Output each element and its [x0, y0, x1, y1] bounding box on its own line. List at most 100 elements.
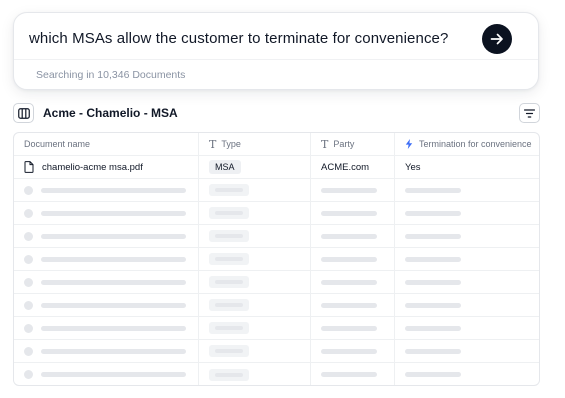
loading-cell — [199, 179, 311, 201]
column-header-label: Document name — [24, 139, 91, 149]
loading-badge — [209, 230, 249, 242]
loading-dot — [24, 300, 33, 310]
loading-cell — [395, 317, 539, 339]
termination-cell: Yes — [395, 156, 539, 178]
page-title: Acme - Chamelio - MSA — [43, 106, 178, 120]
loading-cell — [395, 248, 539, 270]
loading-cell — [395, 179, 539, 201]
loading-cell — [14, 340, 199, 362]
loading-cell — [199, 340, 311, 362]
document-name-cell[interactable]: chamelio-acme msa.pdf — [14, 156, 199, 178]
loading-cell — [395, 271, 539, 293]
loading-cell — [14, 363, 199, 385]
loading-bar — [405, 372, 461, 377]
loading-badge — [209, 345, 249, 357]
loading-dot — [24, 208, 33, 218]
loading-row — [14, 179, 539, 202]
loading-cell — [199, 363, 311, 385]
search-panel: which MSAs allow the customer to termina… — [13, 12, 539, 90]
loading-bar — [405, 256, 461, 262]
table-row[interactable]: chamelio-acme msa.pdf MSA ACME.com Yes — [14, 156, 539, 179]
loading-dot — [24, 185, 33, 195]
loading-cell — [311, 271, 395, 293]
loading-bar — [41, 233, 186, 239]
loading-cell — [14, 179, 199, 201]
loading-bar — [405, 279, 461, 285]
loading-badge — [209, 253, 249, 265]
file-icon — [24, 161, 34, 173]
loading-bar — [405, 302, 461, 308]
loading-cell — [14, 271, 199, 293]
loading-cell — [395, 202, 539, 224]
loading-bar — [405, 348, 461, 354]
loading-cell — [199, 225, 311, 247]
loading-badge — [209, 276, 249, 288]
loading-bar — [405, 187, 461, 193]
loading-badge — [209, 207, 249, 219]
loading-bar — [41, 256, 186, 262]
column-header-document-name[interactable]: Document name — [14, 133, 199, 155]
loading-dot — [24, 277, 33, 287]
column-header-label: Party — [333, 139, 355, 149]
loading-bar — [405, 210, 461, 216]
loading-cell — [311, 294, 395, 316]
loading-row — [14, 248, 539, 271]
column-header-party[interactable]: T Party — [311, 133, 395, 155]
send-button[interactable] — [482, 24, 512, 54]
loading-cell — [395, 294, 539, 316]
loading-cell — [199, 271, 311, 293]
text-type-icon: T — [209, 137, 217, 151]
text-type-icon: T — [321, 137, 329, 151]
search-query[interactable]: which MSAs allow the customer to termina… — [29, 30, 448, 47]
loading-bar — [321, 279, 377, 285]
loading-bar — [321, 210, 377, 216]
search-divider — [14, 59, 538, 60]
loading-dot — [24, 370, 33, 379]
loading-badge — [209, 322, 249, 334]
toggle-panel-button[interactable] — [13, 103, 34, 123]
loading-cell — [311, 248, 395, 270]
loading-cell — [14, 294, 199, 316]
column-header-termination[interactable]: Termination for convenience — [395, 133, 539, 155]
loading-cell — [395, 363, 539, 385]
loading-bar — [41, 325, 186, 331]
loading-badge — [209, 184, 249, 196]
loading-bar — [321, 372, 377, 377]
party-value: ACME.com — [321, 161, 370, 173]
loading-row — [14, 225, 539, 248]
loading-bar — [321, 233, 377, 239]
loading-cell — [199, 202, 311, 224]
arrow-right-icon — [490, 33, 503, 45]
loading-cell — [395, 225, 539, 247]
loading-cell — [14, 225, 199, 247]
filter-icon — [524, 108, 535, 118]
loading-cell — [311, 179, 395, 201]
loading-dot — [24, 346, 33, 356]
column-header-type[interactable]: T Type — [199, 133, 311, 155]
loading-cell — [311, 363, 395, 385]
loading-bar — [321, 348, 377, 354]
loading-cell — [311, 225, 395, 247]
loading-cell — [395, 340, 539, 362]
termination-value: Yes — [405, 161, 421, 173]
loading-bar — [405, 233, 461, 239]
loading-badge — [209, 299, 249, 311]
column-header-label: Type — [221, 139, 241, 149]
loading-dot — [24, 254, 33, 264]
loading-cell — [14, 202, 199, 224]
loading-bar — [41, 279, 186, 285]
type-cell: MSA — [199, 156, 311, 178]
filter-button[interactable] — [519, 103, 540, 123]
search-status: Searching in 10,346 Documents — [36, 69, 186, 81]
party-cell: ACME.com — [311, 156, 395, 178]
loading-bar — [321, 187, 377, 193]
loading-dot — [24, 231, 33, 241]
document-name: chamelio-acme msa.pdf — [42, 161, 143, 173]
document-header: Acme - Chamelio - MSA — [13, 103, 540, 123]
loading-cell — [199, 317, 311, 339]
loading-cell — [311, 202, 395, 224]
loading-bar — [41, 302, 186, 308]
loading-bar — [41, 372, 186, 377]
loading-cell — [14, 317, 199, 339]
loading-bar — [405, 325, 461, 331]
